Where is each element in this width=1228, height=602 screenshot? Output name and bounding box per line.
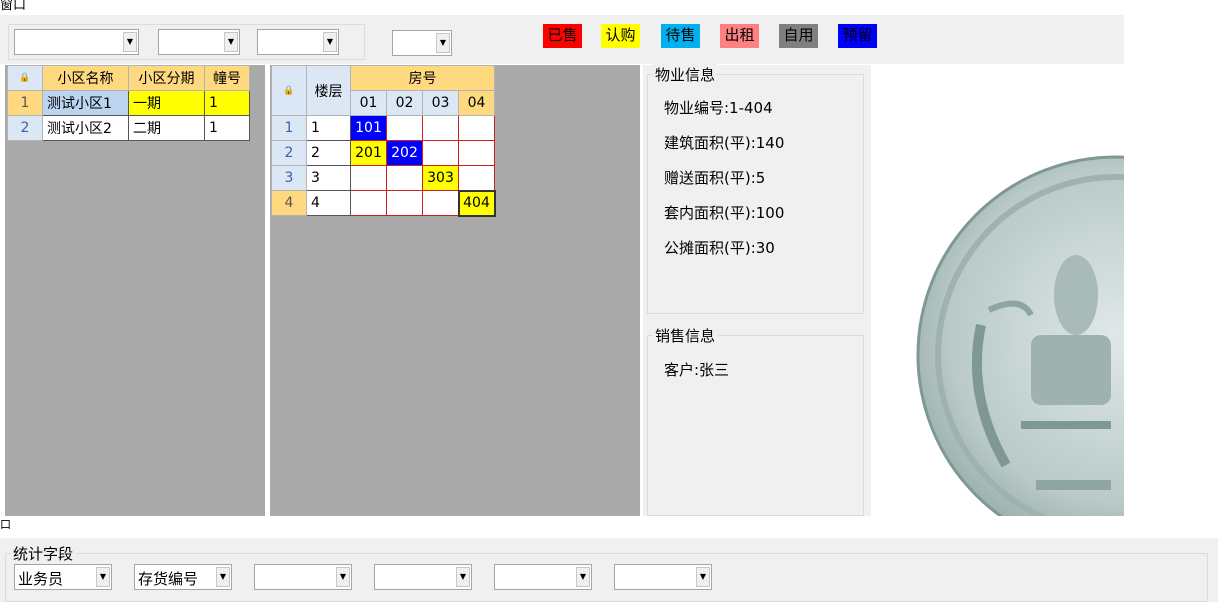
header-col-03[interactable]: 03 [422,90,459,116]
chevron-down-icon[interactable]: ▼ [123,32,137,52]
legend-rented: 出租 [720,24,759,48]
stats-field-2[interactable]: 存货编号 ▼ [134,564,232,590]
table-row[interactable]: 1 1 101 [271,115,495,141]
community-name-cell[interactable]: 测试小区2 [42,115,129,141]
window-title-bottom: 口 [0,518,11,531]
room-cell[interactable] [458,140,495,166]
room-cell[interactable]: 303 [422,165,459,191]
table-row[interactable]: 4 4 404 [271,189,496,217]
room-cell[interactable] [386,190,423,216]
room-cell[interactable] [386,115,423,141]
chevron-down-icon[interactable]: ▼ [436,33,450,53]
building-cell[interactable]: 1 [204,115,250,141]
property-code: 物业编号:1-404 [664,99,773,117]
row-number[interactable]: 2 [7,115,43,141]
chevron-down-icon[interactable]: ▼ [224,32,238,52]
sales-info-title: 销售信息 [653,325,718,346]
table-row[interactable]: 2 2 201 202 [271,140,495,166]
community-name-cell[interactable]: 测试小区1 [42,90,129,116]
chevron-down-icon[interactable]: ▼ [216,567,230,587]
building-cell[interactable]: 1 [204,90,250,116]
row-number[interactable]: 1 [7,90,43,116]
property-info-title: 物业信息 [653,64,718,85]
build-area: 建筑面积(平):140 [664,134,785,152]
header-community-phase[interactable]: 小区分期 [128,65,205,91]
table-row[interactable]: 1 测试小区1 一期 1 [7,90,250,116]
room-cell[interactable] [458,165,495,191]
room-cell[interactable]: 101 [350,115,387,141]
floor-cell[interactable]: 2 [306,140,351,166]
lock-icon[interactable]: 🔒 [271,65,307,116]
community-table: 🔒 小区名称 小区分期 幢号 1 测试小区1 一期 1 2 测试小区2 二期 1 [7,65,250,141]
legend-sold: 已售 [543,24,582,48]
chevron-down-icon[interactable]: ▼ [576,567,590,587]
floor-cell[interactable]: 1 [306,115,351,141]
gift-area: 赠送面积(平):5 [664,169,766,187]
stats-field-6[interactable]: ▼ [614,564,712,590]
room-cell[interactable] [422,140,459,166]
room-table: 🔒 楼层 房号 01 02 03 04 1 1 101 2 2 201 202 [271,65,496,217]
stats-title: 统计字段 [11,543,76,564]
chevron-down-icon[interactable]: ▼ [696,567,710,587]
floor-cell[interactable]: 3 [306,165,351,191]
stats-field-3[interactable]: ▼ [254,564,352,590]
room-cell[interactable]: 201 [350,140,387,166]
row-number[interactable]: 2 [271,140,307,166]
room-cell[interactable] [350,190,387,216]
room-grid-area: 🔒 楼层 房号 01 02 03 04 1 1 101 2 2 201 202 [270,65,640,516]
legend-subscribed: 认购 [601,24,640,48]
header-col-02[interactable]: 02 [386,90,423,116]
customer-info: 客户:张三 [664,361,730,379]
community-phase-cell[interactable]: 二期 [128,115,205,141]
row-number[interactable]: 3 [271,165,307,191]
property-photo [871,65,1124,516]
header-col-04[interactable]: 04 [458,90,495,116]
window-title-top: 窗口 [0,0,27,13]
chevron-down-icon[interactable]: ▼ [323,32,337,52]
chevron-down-icon[interactable]: ▼ [336,567,350,587]
room-cell[interactable] [458,115,495,141]
header-building-no[interactable]: 幢号 [204,65,250,91]
room-cell[interactable] [386,165,423,191]
header-community-name[interactable]: 小区名称 [42,65,129,91]
legend-self-use: 自用 [779,24,818,48]
room-cell[interactable] [422,190,459,216]
room-cell[interactable] [422,115,459,141]
floor-cell[interactable]: 4 [306,190,351,216]
coin-image [916,155,1124,516]
stats-field-1[interactable]: 业务员 ▼ [14,564,112,590]
row-number[interactable]: 1 [271,115,307,141]
stats-field-5[interactable]: ▼ [494,564,592,590]
legend-for-sale: 待售 [661,24,700,48]
community-combo[interactable]: ▼ [14,29,139,55]
lock-icon[interactable]: 🔒 [7,65,43,91]
stats-field-4[interactable]: ▼ [374,564,472,590]
chevron-down-icon[interactable]: ▼ [96,567,110,587]
building-combo[interactable]: ▼ [257,29,339,55]
unit-combo[interactable]: ▼ [392,30,452,56]
room-cell-selected[interactable]: 404 [457,189,496,217]
table-row[interactable]: 2 测试小区2 二期 1 [7,115,250,141]
header-room-no[interactable]: 房号 [350,65,495,91]
room-cell[interactable] [350,165,387,191]
chevron-down-icon[interactable]: ▼ [456,567,470,587]
community-phase-cell[interactable]: 一期 [128,90,205,116]
table-row[interactable]: 3 3 303 [271,165,495,191]
legend-reserved: 预留 [838,24,877,48]
header-floor[interactable]: 楼层 [306,65,351,116]
community-grid-area: 🔒 小区名称 小区分期 幢号 1 测试小区1 一期 1 2 测试小区2 二期 1 [5,65,265,516]
room-cell[interactable]: 202 [386,140,423,166]
public-area: 公摊面积(平):30 [664,239,775,257]
inner-area: 套内面积(平):100 [664,204,785,222]
row-number[interactable]: 4 [271,190,307,216]
header-col-01[interactable]: 01 [350,90,387,116]
phase-combo[interactable]: ▼ [158,29,240,55]
